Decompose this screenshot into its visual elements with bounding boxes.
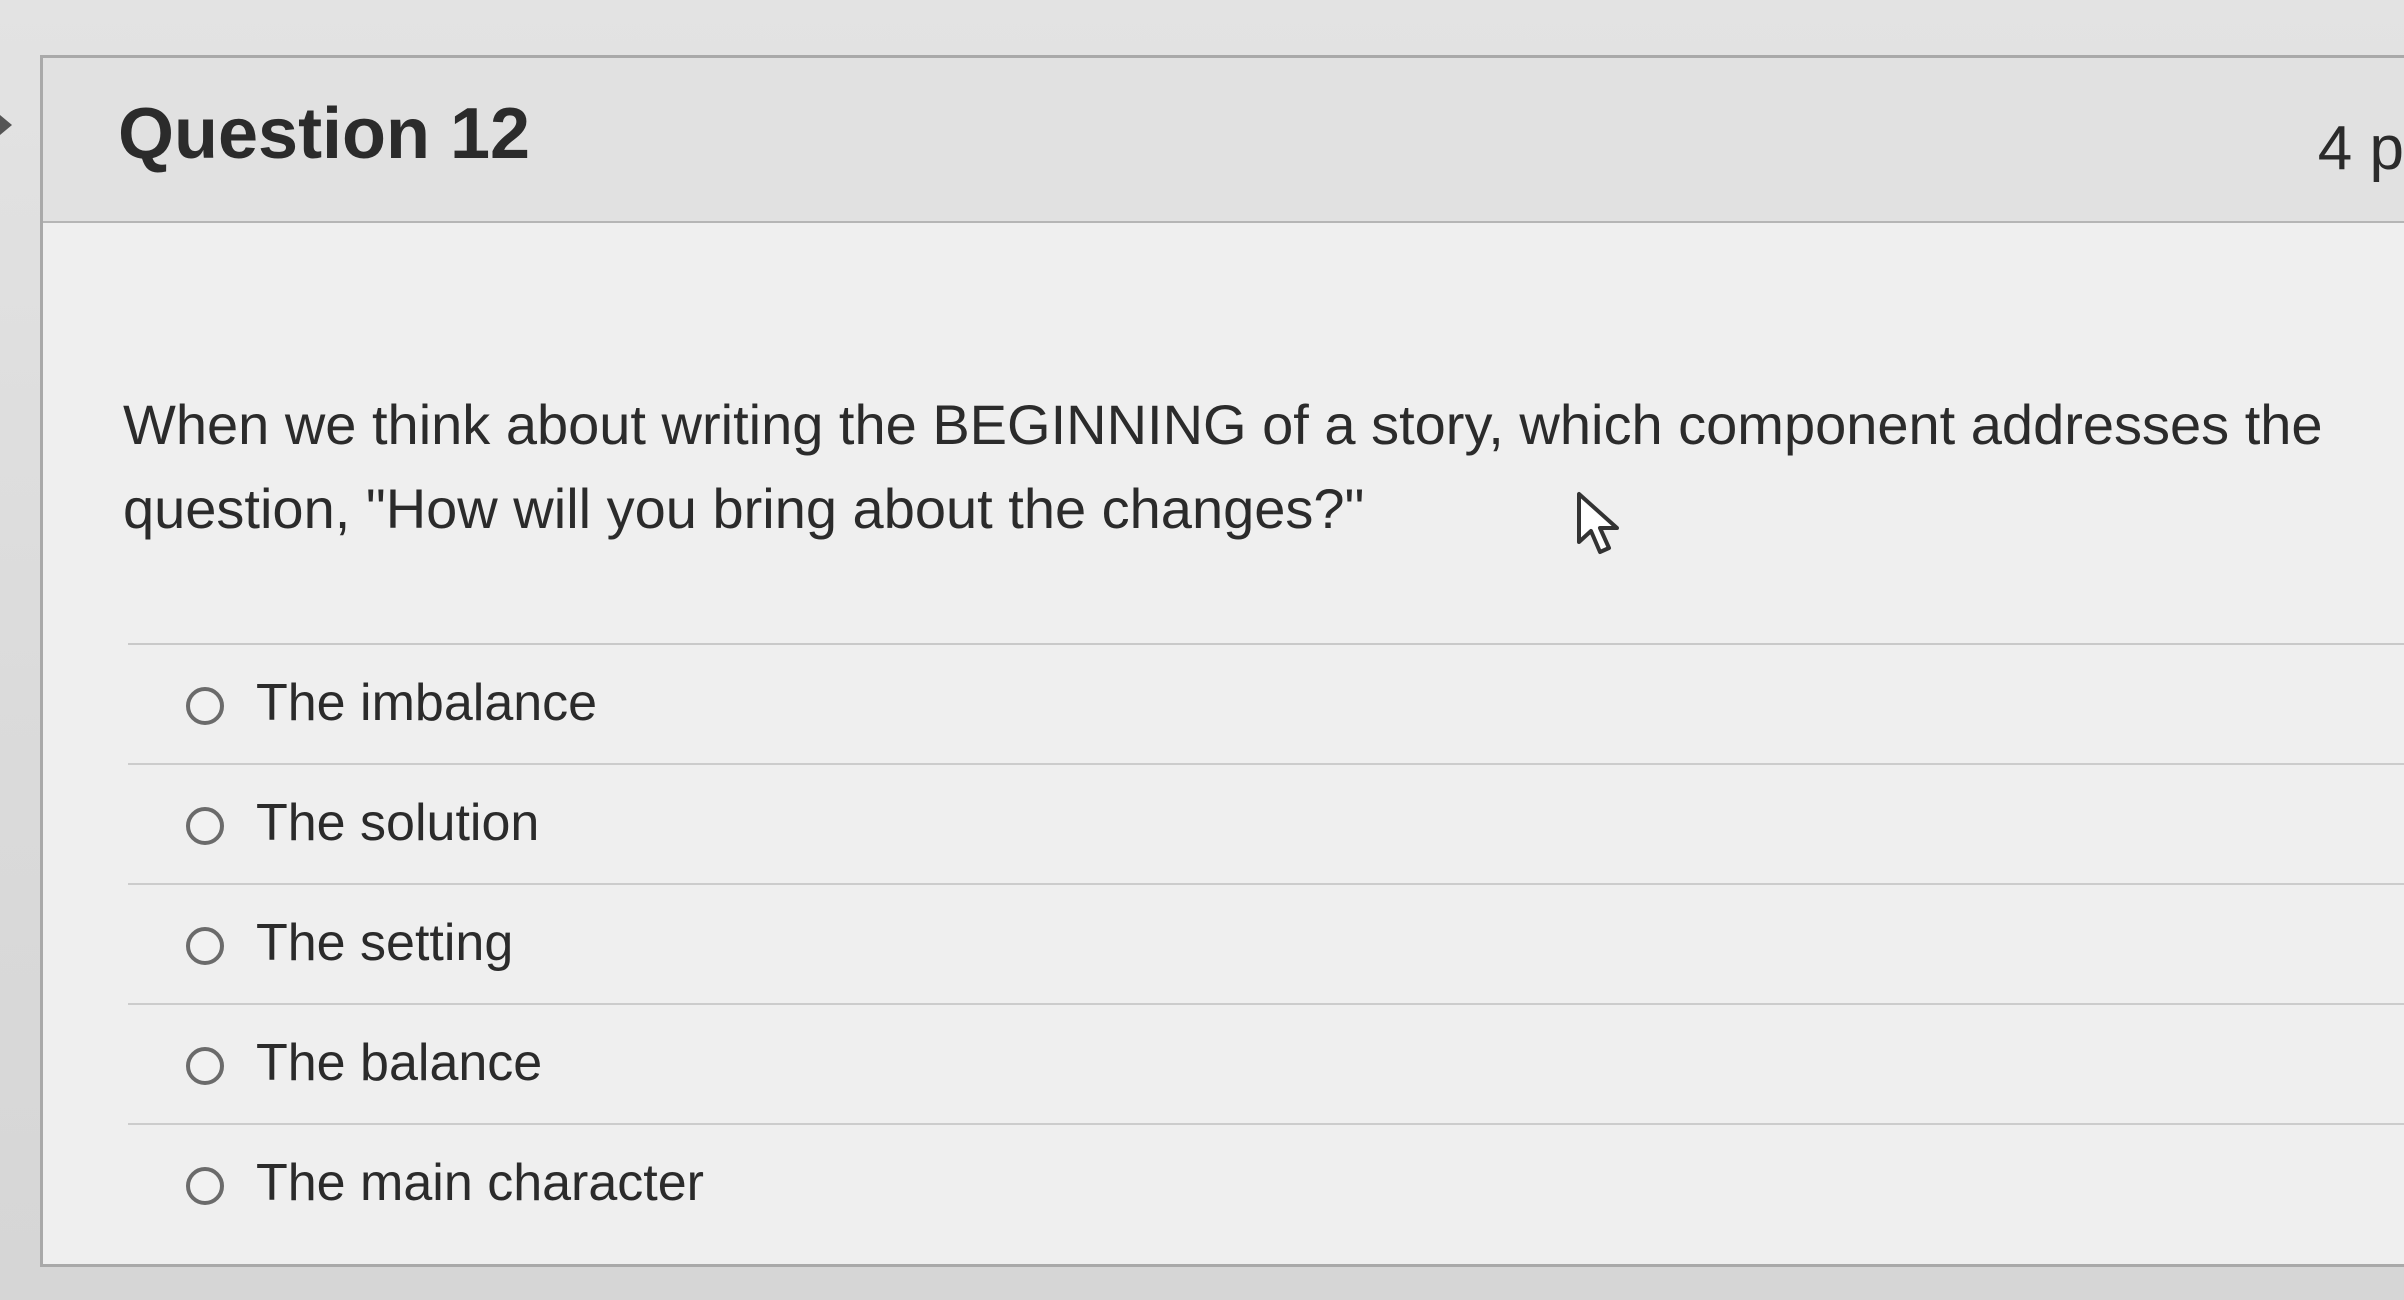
radio-button-icon[interactable]: [186, 1167, 224, 1205]
answer-list: The imbalance The solution The setting T…: [128, 643, 2404, 1245]
question-points: 4 p: [2317, 114, 2404, 183]
answer-option-1[interactable]: The imbalance: [128, 645, 2404, 765]
answer-label[interactable]: The balance: [256, 1033, 542, 1093]
answer-label[interactable]: The imbalance: [256, 673, 597, 733]
collapse-arrow-icon[interactable]: [0, 115, 12, 135]
page: Question 12 4 p When we think about writ…: [0, 0, 2404, 1300]
question-card: Question 12 4 p When we think about writ…: [40, 55, 2404, 1267]
answer-label[interactable]: The solution: [256, 793, 539, 853]
answer-option-5[interactable]: The main character: [128, 1125, 2404, 1245]
mouse-pointer-icon: [1577, 492, 1619, 554]
radio-button-icon[interactable]: [186, 807, 224, 845]
answer-label[interactable]: The setting: [256, 913, 513, 973]
radio-button-icon[interactable]: [186, 927, 224, 965]
answer-option-2[interactable]: The solution: [128, 765, 2404, 885]
question-text: When we think about writing the BEGINNIN…: [123, 393, 2323, 540]
radio-button-icon[interactable]: [186, 687, 224, 725]
question-header: Question 12 4 p: [43, 58, 2404, 223]
answer-option-3[interactable]: The setting: [128, 885, 2404, 1005]
answer-option-4[interactable]: The balance: [128, 1005, 2404, 1125]
radio-button-icon[interactable]: [186, 1047, 224, 1085]
answer-label[interactable]: The main character: [256, 1153, 704, 1213]
question-title: Question 12: [118, 94, 531, 174]
